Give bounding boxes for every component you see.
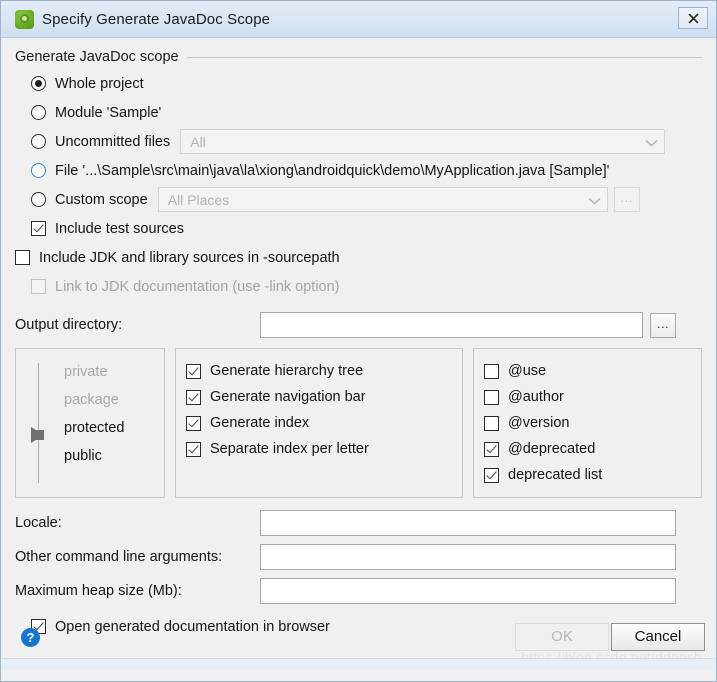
- output-directory-row: Output directory: ...: [15, 308, 702, 342]
- checkbox-label-use: @use: [508, 363, 547, 379]
- checkbox-label-author: @author: [508, 389, 564, 405]
- checkbox-label-generate-navigation-bar: Generate navigation bar: [210, 389, 366, 405]
- radio-label-module: Module 'Sample': [55, 104, 162, 121]
- cancel-button[interactable]: Cancel: [611, 623, 705, 651]
- checkbox-label-link-jdk-docs: Link to JDK documentation (use -link opt…: [55, 278, 340, 295]
- output-directory-label: Output directory:: [15, 317, 123, 333]
- radio-custom-scope[interactable]: [31, 192, 46, 207]
- checkbox-label-generate-index: Generate index: [210, 415, 310, 431]
- visibility-level-protected[interactable]: protected: [26, 414, 154, 442]
- radio-label-custom-scope: Custom scope: [55, 191, 148, 208]
- checkbox-label-open-in-browser: Open generated documentation in browser: [55, 618, 330, 635]
- group-separator-line: [186, 56, 702, 58]
- radio-row-custom-scope[interactable]: Custom scope All Places ...: [15, 185, 702, 214]
- radio-row-whole-project[interactable]: Whole project: [15, 69, 702, 98]
- javadoc-scope-dialog: Specify Generate JavaDoc Scope Generate …: [0, 0, 717, 682]
- window-title: Specify Generate JavaDoc Scope: [42, 10, 271, 28]
- max-heap-row: Maximum heap size (Mb):: [15, 574, 702, 608]
- checkbox-row-include-test-sources[interactable]: Include test sources: [15, 214, 702, 243]
- other-args-label: Other command line arguments:: [15, 549, 223, 565]
- checkbox-row-link-jdk-docs: Link to JDK documentation (use -link opt…: [15, 272, 702, 301]
- title-bar: Specify Generate JavaDoc Scope: [1, 1, 716, 38]
- visibility-slider-thumb[interactable]: [31, 427, 44, 443]
- checkbox-include-test-sources[interactable]: [31, 221, 46, 236]
- radio-row-file[interactable]: File '...\Sample\src\main\java\la\xiong\…: [15, 156, 702, 185]
- custom-scope-combo: All Places: [157, 187, 608, 212]
- output-directory-browse-button[interactable]: ...: [650, 312, 676, 338]
- radio-row-module[interactable]: Module 'Sample': [15, 98, 702, 127]
- visibility-slider-track[interactable]: [38, 363, 39, 483]
- close-button[interactable]: [678, 7, 708, 29]
- checkbox-label-version: @version: [508, 415, 570, 431]
- checkbox-label-include-jdk-sources: Include JDK and library sources in -sour…: [39, 249, 340, 266]
- checkbox-row-use[interactable]: @use: [484, 358, 691, 384]
- help-button[interactable]: ?: [21, 628, 40, 647]
- scope-group-label: Generate JavaDoc scope: [15, 49, 179, 65]
- checkbox-row-separate-index-per-letter[interactable]: Separate index per letter: [186, 436, 452, 462]
- checkbox-author[interactable]: [484, 389, 499, 405]
- locale-input[interactable]: [260, 510, 676, 536]
- locale-row: Locale:: [15, 506, 702, 540]
- checkbox-row-author[interactable]: @author: [484, 384, 691, 410]
- custom-scope-combo-value: All Places: [167, 191, 230, 208]
- checkbox-row-generate-navigation-bar[interactable]: Generate navigation bar: [186, 384, 452, 410]
- checkbox-label-separate-index-per-letter: Separate index per letter: [210, 441, 369, 457]
- uncommitted-files-combo: All: [180, 129, 666, 154]
- checkbox-row-deprecated[interactable]: @deprecated: [484, 436, 691, 462]
- checkbox-link-jdk-docs: [31, 279, 46, 294]
- checkbox-include-jdk-sources[interactable]: [15, 250, 30, 265]
- checkbox-row-deprecated-list[interactable]: deprecated list: [484, 462, 691, 488]
- options-panels: private package protected public Generat…: [15, 348, 702, 498]
- checkbox-generate-index[interactable]: [186, 415, 201, 431]
- chevron-down-icon: [588, 192, 601, 208]
- checkbox-row-generate-hierarchy-tree[interactable]: Generate hierarchy tree: [186, 358, 452, 384]
- checkbox-generate-hierarchy-tree[interactable]: [186, 363, 201, 379]
- close-icon: [687, 12, 699, 24]
- checkbox-label-deprecated: @deprecated: [508, 441, 596, 457]
- checkbox-row-version[interactable]: @version: [484, 410, 691, 436]
- dialog-body: Generate JavaDoc scope Whole project Mod…: [1, 49, 716, 641]
- visibility-level-private[interactable]: private: [26, 358, 154, 386]
- checkbox-version[interactable]: [484, 415, 499, 431]
- radio-label-uncommitted-files: Uncommitted files: [55, 133, 171, 150]
- radio-module[interactable]: [31, 105, 46, 120]
- custom-scope-browse-button: ...: [613, 187, 640, 212]
- radio-file[interactable]: [31, 163, 46, 178]
- checkbox-row-include-jdk-sources[interactable]: Include JDK and library sources in -sour…: [15, 243, 702, 272]
- max-heap-input[interactable]: [260, 578, 676, 604]
- checkbox-separate-index-per-letter[interactable]: [186, 441, 201, 457]
- visibility-slider-panel[interactable]: private package protected public: [15, 348, 165, 498]
- max-heap-label: Maximum heap size (Mb):: [15, 583, 182, 599]
- checkbox-use[interactable]: [484, 363, 499, 379]
- radio-row-uncommitted-files[interactable]: Uncommitted files All: [15, 127, 702, 156]
- uncommitted-files-combo-value: All: [190, 133, 206, 150]
- checkbox-row-generate-index[interactable]: Generate index: [186, 410, 452, 436]
- other-args-input[interactable]: [260, 544, 676, 570]
- ok-button: OK: [515, 623, 609, 651]
- checkbox-deprecated[interactable]: [484, 441, 499, 457]
- scope-group-header: Generate JavaDoc scope: [15, 49, 702, 65]
- footer-strip: [2, 658, 715, 670]
- visibility-level-package[interactable]: package: [26, 386, 154, 414]
- chevron-down-icon: [645, 134, 658, 150]
- checkbox-label-include-test-sources: Include test sources: [55, 220, 184, 237]
- radio-uncommitted-files[interactable]: [31, 134, 46, 149]
- checkbox-label-generate-hierarchy-tree: Generate hierarchy tree: [210, 363, 364, 379]
- generate-options-panel: Generate hierarchy tree Generate navigat…: [175, 348, 463, 498]
- tag-options-panel: @use @author @version @deprecated deprec…: [473, 348, 702, 498]
- checkbox-deprecated-list[interactable]: [484, 467, 499, 483]
- output-directory-input[interactable]: [260, 312, 643, 338]
- radio-whole-project[interactable]: [31, 76, 46, 91]
- android-studio-icon: [15, 9, 34, 29]
- visibility-level-public[interactable]: public: [26, 442, 154, 470]
- radio-label-file: File '...\Sample\src\main\java\la\xiong\…: [55, 162, 610, 179]
- radio-label-whole-project: Whole project: [55, 75, 144, 92]
- checkbox-label-deprecated-list: deprecated list: [508, 467, 603, 483]
- other-args-row: Other command line arguments:: [15, 540, 702, 574]
- locale-label: Locale:: [15, 515, 62, 531]
- checkbox-generate-navigation-bar[interactable]: [186, 389, 201, 405]
